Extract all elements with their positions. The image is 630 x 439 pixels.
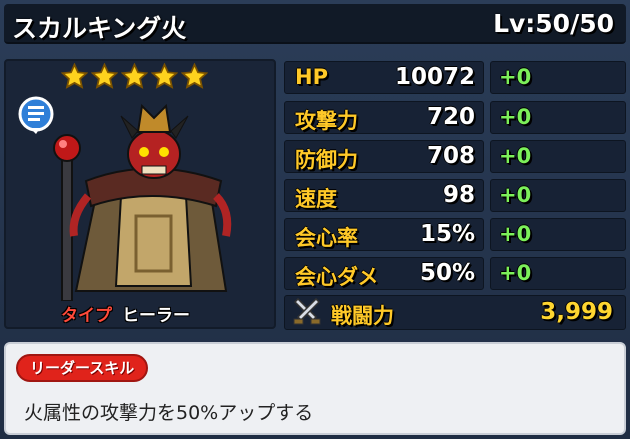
level-indicator: Lv:50/50 bbox=[493, 9, 614, 38]
power-value: 3,999 bbox=[540, 299, 613, 325]
stat-label: 会心率 bbox=[295, 226, 358, 250]
type-label: タイプ bbox=[61, 306, 112, 326]
stat-label: 攻撃力 bbox=[295, 109, 358, 133]
stat-label: HP bbox=[295, 65, 328, 89]
character-name: スカルキング火 bbox=[12, 14, 187, 43]
stat-value: 15% bbox=[419, 221, 475, 247]
stat-label: 防御力 bbox=[295, 148, 358, 172]
stat-label: 速度 bbox=[295, 187, 337, 211]
bonus-value: +0 bbox=[499, 65, 532, 89]
stat-value: 720 bbox=[426, 104, 475, 130]
stat-crit-damage: 会心ダメ 50% bbox=[284, 257, 484, 290]
bonus-value: +0 bbox=[499, 105, 532, 129]
leader-skill-panel: リーダースキル 火属性の攻撃力を50%アップする bbox=[4, 342, 626, 435]
stat-value: 10072 bbox=[394, 64, 475, 90]
header-bar: スカルキング火 Lv:50/50 bbox=[4, 4, 626, 44]
stat-speed: 速度 98 bbox=[284, 179, 484, 212]
power-label: 戦闘力 bbox=[331, 304, 394, 328]
stat-hp: HP 10072 bbox=[284, 61, 484, 94]
bonus-value: +0 bbox=[499, 144, 532, 168]
stat-attack-bonus: +0 bbox=[490, 101, 626, 134]
character-type: タイプ ヒーラー bbox=[61, 301, 190, 326]
stat-crit-damage-bonus: +0 bbox=[490, 257, 626, 290]
type-value: ヒーラー bbox=[122, 306, 190, 326]
bonus-value: +0 bbox=[499, 222, 532, 246]
stat-attack: 攻撃力 720 bbox=[284, 101, 484, 134]
stat-defense: 防御力 708 bbox=[284, 140, 484, 173]
stat-crit-rate: 会心率 15% bbox=[284, 218, 484, 251]
skull-king-character-art bbox=[53, 103, 232, 301]
chat-bubble-icon[interactable] bbox=[16, 95, 56, 135]
character-portrait-panel[interactable]: タイプ ヒーラー bbox=[4, 59, 276, 329]
bonus-value: +0 bbox=[499, 261, 532, 285]
stat-value: 98 bbox=[442, 182, 475, 208]
stat-crit-rate-bonus: +0 bbox=[490, 218, 626, 251]
bonus-value: +0 bbox=[499, 183, 532, 207]
stat-value: 50% bbox=[419, 260, 475, 286]
stat-value: 708 bbox=[426, 143, 475, 169]
leader-skill-description: 火属性の攻撃力を50%アップする bbox=[24, 402, 314, 424]
combat-power: 戦闘力 3,999 bbox=[284, 295, 626, 330]
character-status-screen: スカルキング火 Lv:50/50 タイプ ヒーラー HP 10072 +0 攻撃… bbox=[0, 0, 630, 439]
stat-defense-bonus: +0 bbox=[490, 140, 626, 173]
stat-speed-bonus: +0 bbox=[490, 179, 626, 212]
crossed-swords-icon bbox=[293, 298, 321, 325]
stat-hp-bonus: +0 bbox=[490, 61, 626, 94]
leader-skill-tag: リーダースキル bbox=[16, 354, 149, 382]
stat-label: 会心ダメ bbox=[295, 265, 379, 289]
